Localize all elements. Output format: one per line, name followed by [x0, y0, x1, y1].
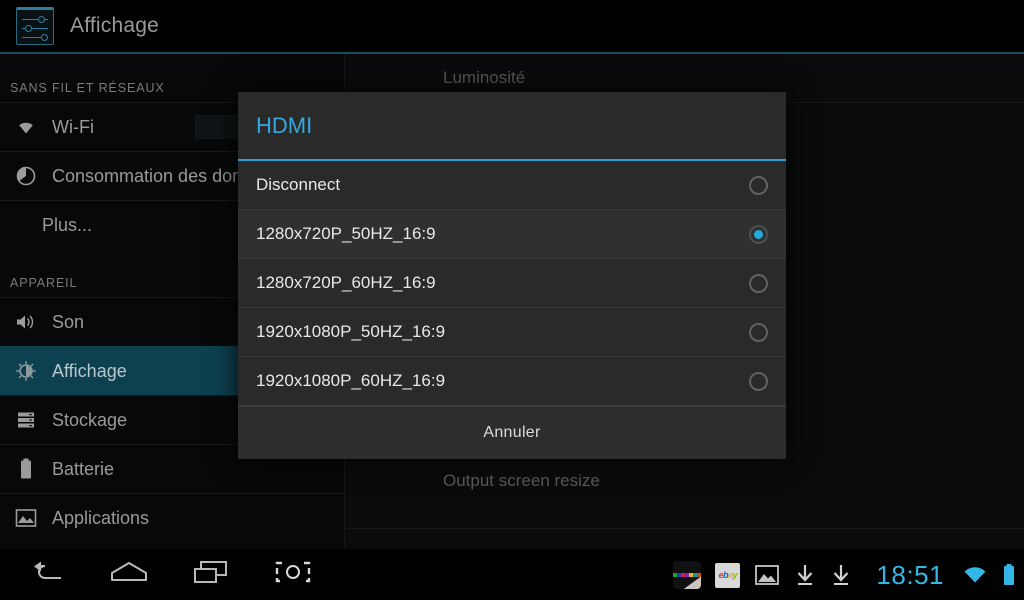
setting-label: Output screen resize [443, 470, 600, 490]
hdmi-option-label: 1920x1080P_60HZ_16:9 [256, 371, 446, 390]
status-icons-area: ebay 18:51 [673, 549, 1016, 600]
wifi-icon [10, 119, 42, 135]
hdmi-option-1920x1080p-50hz[interactable]: 1920x1080P_50HZ_16:9 [238, 308, 786, 357]
recents-icon [193, 559, 229, 590]
sidebar-item-label: Stockage [52, 409, 128, 430]
cancel-button[interactable]: Annuler [483, 424, 540, 442]
recents-button[interactable] [170, 549, 252, 600]
radio-button[interactable] [749, 273, 768, 293]
hdmi-option-disconnect[interactable]: Disconnect [238, 161, 786, 210]
hdmi-dialog: HDMI Disconnect 1280x720P_50HZ_16:9 1280… [238, 92, 786, 459]
page-title: Affichage [70, 14, 159, 37]
sidebar-item-label: Batterie [52, 458, 115, 479]
radio-button[interactable] [749, 322, 768, 342]
data-usage-icon [10, 166, 42, 186]
wifi-toggle[interactable] [195, 115, 239, 139]
hdmi-option-label: 1280x720P_60HZ_16:9 [256, 273, 436, 292]
nav-buttons-group [6, 549, 334, 600]
ebay-icon[interactable]: ebay [715, 562, 741, 588]
hdmi-option-1280x720p-50hz[interactable]: 1280x720P_50HZ_16:9 [238, 210, 786, 259]
home-button[interactable] [88, 549, 170, 600]
dialog-title: HDMI [256, 112, 313, 138]
sidebar-item-label: Affichage [52, 360, 127, 381]
battery-full-icon[interactable] [1002, 563, 1016, 587]
hdmi-option-1920x1080p-60hz[interactable]: 1920x1080P_60HZ_16:9 [238, 357, 786, 406]
download-icon[interactable] [794, 563, 816, 587]
gallery-image-icon[interactable] [754, 563, 780, 587]
brightness-icon [10, 361, 42, 381]
radio-button[interactable] [749, 175, 768, 195]
download-icon[interactable] [830, 563, 852, 587]
sound-icon [10, 313, 42, 331]
dialog-footer: Annuler [238, 406, 786, 459]
app-header: Affichage [0, 0, 1024, 54]
color-stripes-icon[interactable] [673, 561, 702, 589]
screenshot-icon [273, 560, 313, 589]
sidebar-item-label: Consommation des donn [52, 165, 253, 186]
sidebar-item-label: Wi-Fi [52, 116, 94, 137]
sidebar-item-label: Son [52, 311, 85, 332]
radio-button-selected[interactable] [749, 224, 768, 244]
storage-icon [10, 411, 42, 429]
screenshot-button[interactable] [252, 549, 334, 600]
hdmi-option-1280x720p-60hz[interactable]: 1280x720P_60HZ_16:9 [238, 259, 786, 308]
setting-label: Luminosité [443, 68, 526, 87]
home-icon [110, 560, 148, 589]
back-button[interactable] [6, 549, 88, 600]
sidebar-item-applications[interactable]: Applications [0, 493, 344, 542]
applications-icon [10, 508, 42, 528]
back-icon [30, 560, 64, 589]
dialog-title-bar: HDMI [238, 92, 786, 161]
radio-button[interactable] [749, 371, 768, 391]
hdmi-option-label: 1920x1080P_50HZ_16:9 [256, 322, 446, 341]
battery-icon [10, 458, 42, 480]
sidebar-item-label: Plus... [42, 214, 93, 235]
sidebar-item-label: Applications [52, 507, 150, 528]
hdmi-option-label: Disconnect [256, 175, 341, 194]
wifi-signal-icon[interactable] [962, 564, 988, 586]
status-clock[interactable]: 18:51 [876, 560, 944, 591]
hdmi-option-label: 1280x720P_50HZ_16:9 [256, 224, 436, 243]
system-navigation-bar: ebay 18:51 [0, 548, 1024, 600]
android-settings-screen: Affichage SANS FIL ET RÉSEAUX Wi-Fi Cons… [0, 0, 1024, 600]
display-settings-icon [16, 7, 54, 45]
